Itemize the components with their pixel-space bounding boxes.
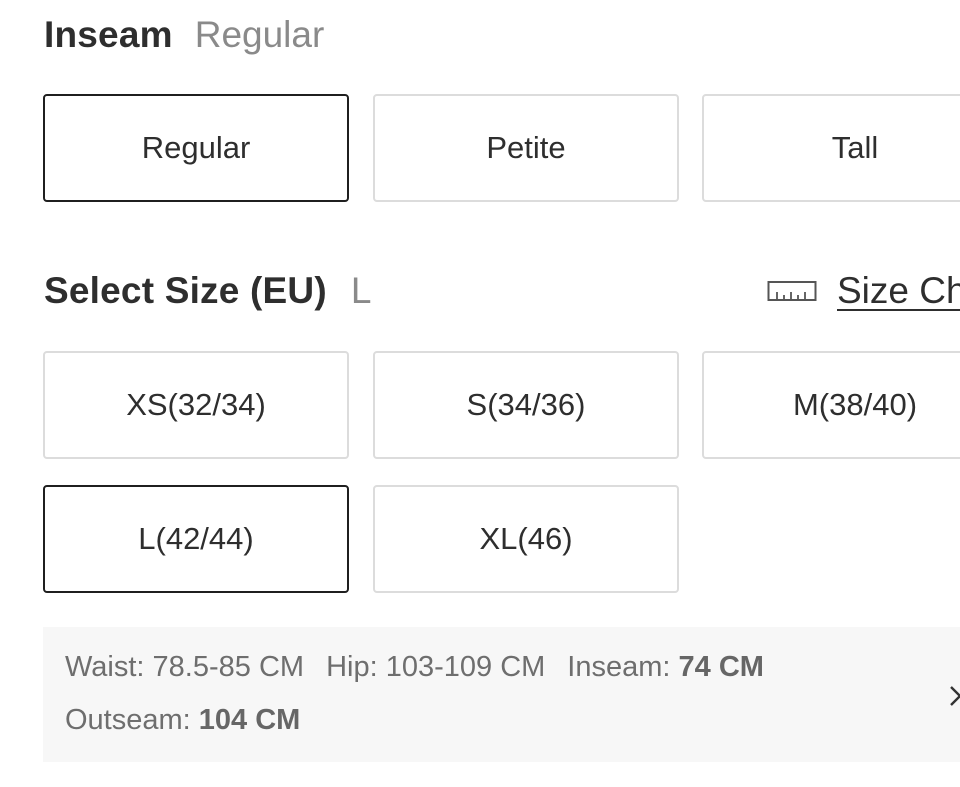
close-icon[interactable] <box>948 684 960 708</box>
waist-label: Waist: <box>65 651 145 683</box>
hip-label: Hip: <box>326 651 378 683</box>
inseam-selected-value: Regular <box>194 14 325 55</box>
measurements-line-1: Waist: 78.5-85 CM Hip: 103-109 CM Inseam: … <box>65 651 786 684</box>
measurements-panel: Waist: 78.5-85 CM Hip: 103-109 CM Inseam: … <box>43 627 960 762</box>
inseam-heading: Inseam Regular <box>44 14 324 56</box>
waist-value: 78.5-85 CM <box>152 651 305 683</box>
size-selector-panel: Inseam Regular Regular Petite Tall Selec… <box>0 0 960 787</box>
size-option-m[interactable]: M(38/40) <box>702 351 960 459</box>
size-selected-value: L <box>350 270 372 311</box>
size-option-xl[interactable]: XL(46) <box>373 485 679 593</box>
inseam-measure-value: 74 CM <box>678 651 764 683</box>
size-option-l[interactable]: L(42/44) <box>43 485 349 593</box>
inseam-option-tall[interactable]: Tall <box>702 94 960 202</box>
inseam-option-petite[interactable]: Petite <box>373 94 679 202</box>
inseam-measurement: Inseam: 74 CM <box>567 651 764 683</box>
size-label: Select Size (EU) <box>44 270 327 311</box>
inseam-label: Inseam <box>44 14 173 55</box>
size-option-s[interactable]: S(34/36) <box>373 351 679 459</box>
hip-measurement: Hip: 103-109 CM <box>326 651 545 683</box>
inseam-option-regular[interactable]: Regular <box>43 94 349 202</box>
size-heading: Select Size (EU) L <box>44 270 371 312</box>
ruler-icon <box>767 281 817 301</box>
size-option-xs[interactable]: XS(32/34) <box>43 351 349 459</box>
hip-value: 103-109 CM <box>385 651 546 683</box>
size-chart-link[interactable]: Size Ch <box>767 270 960 312</box>
outseam-value: 104 CM <box>198 704 301 736</box>
outseam-label: Outseam: <box>65 704 191 736</box>
inseam-measure-label: Inseam: <box>567 651 671 683</box>
waist-measurement: Waist: 78.5-85 CM <box>65 651 304 683</box>
size-chart-label: Size Ch <box>837 270 960 311</box>
measurements-line-2: Outseam: 104 CM <box>65 704 300 737</box>
